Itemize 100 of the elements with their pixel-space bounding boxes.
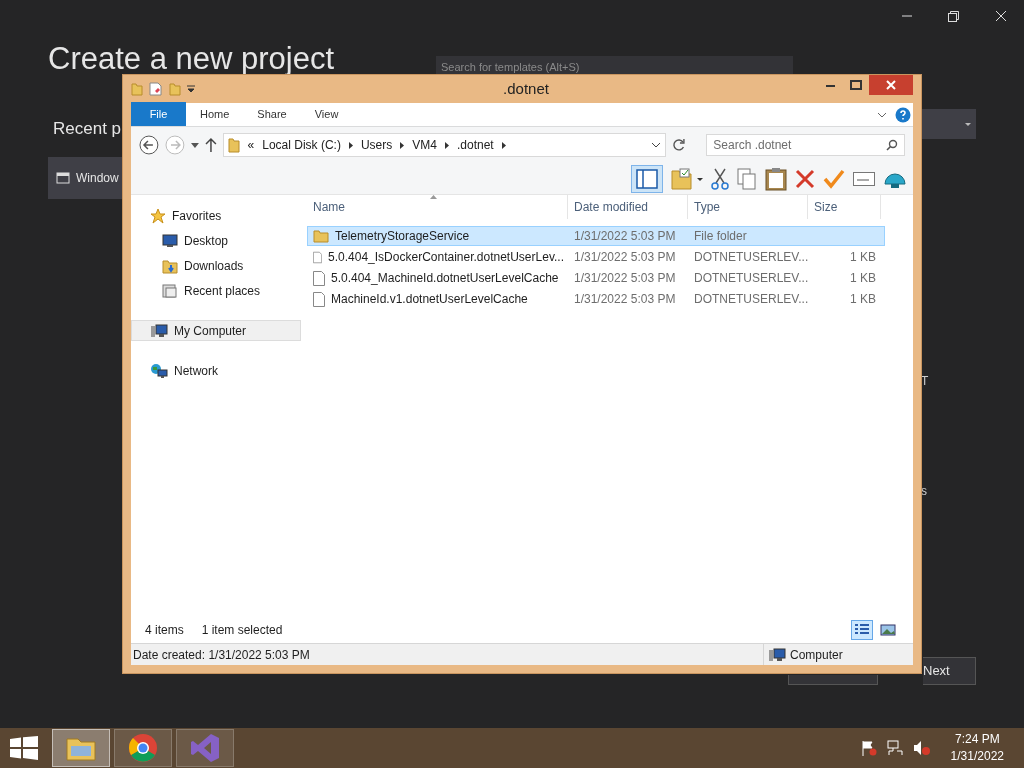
table-cell-text: 1 KB — [850, 291, 876, 308]
table-cell-text: 1/31/2022 5:03 PM — [574, 228, 676, 245]
breadcrumb[interactable]: Local Disk (C:) — [262, 136, 341, 154]
caret-right-icon[interactable] — [400, 141, 405, 149]
up-arrow-icon[interactable] — [204, 138, 217, 152]
ribbon-tab[interactable]: Home — [186, 102, 244, 126]
table-cell-text: File folder — [694, 228, 747, 245]
table-cell-text: 1/31/2022 5:03 PM — [574, 291, 676, 308]
close-icon[interactable] — [995, 10, 1007, 22]
refresh-icon[interactable] — [672, 138, 687, 152]
details-text: Date created: 1/31/2022 5:03 PM — [133, 646, 310, 664]
clock-time[interactable]: 7:24 PM — [954, 731, 1000, 748]
window-icon — [56, 172, 70, 184]
ribbon-tab[interactable]: View — [300, 102, 353, 126]
ribbon-tab[interactable]: Share — [243, 102, 301, 126]
item-count: 4 items — [145, 622, 184, 639]
table-cell-text: 1/31/2022 5:03 PM — [574, 249, 676, 266]
file-row[interactable]: 5.0.404_IsDockerContainer.dotnetUserLev... 1/31/2022 5:03 PM DOTNETUSERLEV... 1 KB — [307, 247, 885, 267]
column-header[interactable]: Type — [688, 195, 808, 219]
dropdown-field[interactable] — [922, 109, 976, 139]
table-cell-text: TelemetryStorageService — [335, 228, 470, 245]
recent-places-icon — [162, 282, 178, 299]
recent-template-item[interactable]: Window — [48, 157, 122, 199]
clock-date[interactable]: 1/31/2022 — [950, 748, 1004, 765]
sort-arrow-icon — [430, 195, 437, 199]
file-icon — [313, 291, 325, 307]
folder-icon — [313, 229, 329, 243]
navigation-item[interactable]: Favorites — [131, 205, 301, 226]
computer-icon — [150, 323, 168, 338]
folder-arrow-icon — [162, 257, 178, 274]
help-icon[interactable] — [895, 107, 911, 123]
text-fragment: s — [921, 483, 927, 500]
file-row[interactable]: 5.0.404_MachineId.dotnetUserLevelCache 1/31/2022 5:03 PM DOTNETUSERLEV... 1 KB — [307, 268, 885, 288]
checkmark-icon[interactable] — [823, 168, 845, 189]
rename-icon[interactable] — [853, 171, 875, 186]
window-title: .dotnet — [503, 78, 549, 99]
minimize-icon — [825, 83, 835, 87]
file-icon — [313, 249, 323, 265]
page-title: Create a new project — [48, 44, 335, 74]
caret-icon — [965, 122, 971, 126]
caret-icon[interactable] — [190, 142, 199, 148]
computer-icon — [768, 647, 786, 662]
file-row[interactable]: TelemetryStorageService 1/31/2022 5:03 PM File folder — [307, 226, 885, 246]
caret-right-icon[interactable] — [444, 141, 449, 149]
delete-icon[interactable] — [795, 168, 815, 189]
dropdown-icon[interactable] — [187, 85, 195, 93]
breadcrumb[interactable]: Users — [360, 136, 393, 154]
table-cell-text: 1/31/2022 5:03 PM — [574, 270, 676, 287]
caret-right-icon[interactable] — [501, 141, 506, 149]
address-bar[interactable]: « Local Disk (C:) Users VM4 .dotnet — [222, 133, 667, 157]
column-header[interactable]: Size — [808, 195, 881, 219]
navigation-item[interactable]: Desktop — [131, 230, 301, 251]
navigation-item[interactable]: Downloads — [131, 255, 301, 276]
section-heading: Recent p — [53, 118, 122, 140]
monitor-icon — [162, 233, 178, 248]
restore-icon[interactable] — [948, 11, 959, 22]
table-cell-text: 1 KB — [850, 249, 876, 266]
maximize-icon — [850, 80, 862, 90]
table-cell-text: 1 KB — [850, 270, 876, 287]
table-cell-text: DOTNETUSERLEV... — [694, 270, 809, 287]
folder-icon — [227, 137, 240, 153]
speaker-muted-icon[interactable] — [912, 740, 931, 756]
table-cell-text: MachineId.v1.dotnetUserLevelCache — [331, 291, 528, 308]
zone-label: Computer — [790, 646, 843, 664]
properties-icon[interactable] — [149, 82, 163, 96]
cut-icon[interactable] — [711, 167, 729, 190]
chevron-down-icon[interactable] — [877, 112, 887, 118]
chevron-down-icon[interactable] — [651, 142, 662, 148]
file-row[interactable]: MachineId.v1.dotnetUserLevelCache 1/31/2022 5:03 PM DOTNETUSERLEV... 1 KB — [307, 289, 885, 309]
network-status-icon[interactable] — [886, 740, 903, 756]
back-icon[interactable] — [139, 135, 159, 155]
search-icon — [886, 139, 898, 151]
close-button[interactable] — [869, 75, 913, 95]
search-field[interactable]: Search for templates (Alt+S) — [436, 56, 793, 74]
picture-view-icon — [880, 623, 896, 637]
breadcrumb[interactable]: VM4 — [412, 136, 437, 154]
breadcrumb[interactable]: .dotnet — [456, 136, 494, 154]
copy-icon[interactable] — [737, 167, 757, 190]
ribbon-tab[interactable]: File — [131, 102, 186, 126]
browser-icon[interactable] — [114, 729, 172, 767]
details-view-button[interactable] — [851, 620, 873, 640]
star-icon — [150, 207, 166, 224]
navigation-item[interactable]: Network — [131, 360, 301, 381]
layout-pane-icon[interactable] — [631, 164, 663, 193]
caret-right-icon[interactable] — [348, 141, 353, 149]
details-view-icon — [854, 623, 870, 637]
search-field[interactable]: Search .dotnet — [706, 134, 905, 156]
folder-check-icon[interactable] — [671, 167, 703, 190]
flag-icon[interactable] — [860, 740, 877, 756]
breadcrumb-overflow[interactable]: « — [247, 136, 255, 154]
next-button[interactable]: Next — [923, 657, 976, 685]
clipboard-icon[interactable] — [765, 166, 787, 191]
column-header[interactable]: Date modified — [568, 195, 688, 219]
start-icon[interactable] — [10, 736, 38, 760]
selection-count: 1 item selected — [201, 622, 283, 639]
table-cell-text: DOTNETUSERLEV... — [694, 291, 809, 308]
table-cell-text: DOTNETUSERLEV... — [694, 249, 809, 266]
navigation-item[interactable]: Recent places — [131, 280, 301, 301]
network-icon — [150, 362, 168, 379]
navigation-item[interactable]: My Computer — [131, 320, 301, 341]
